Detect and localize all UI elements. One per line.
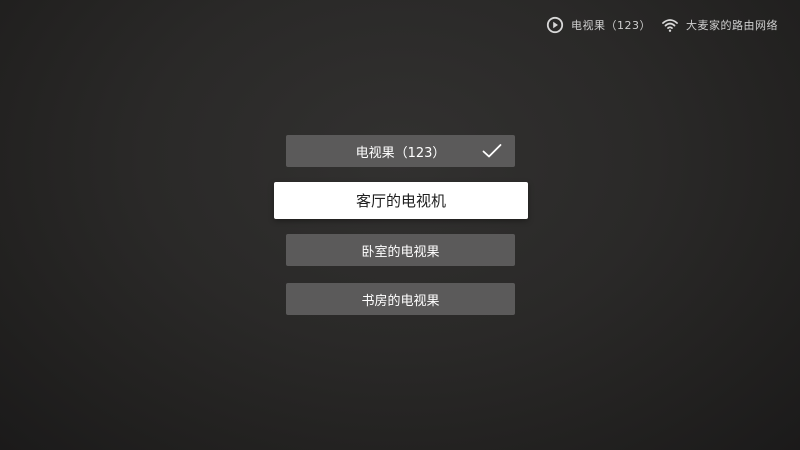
- device-menu: 电视果（123） 客厅的电视机 卧室的电视果 书房的电视果: [0, 0, 800, 450]
- device-item-bedroom-tv-box[interactable]: 卧室的电视果: [286, 234, 515, 266]
- device-item-tv-box-123[interactable]: 电视果（123）: [286, 135, 515, 167]
- check-icon: [482, 144, 502, 158]
- device-item-label: 客厅的电视机: [355, 192, 446, 210]
- device-item-study-tv-box[interactable]: 书房的电视果: [286, 283, 515, 315]
- device-item-label: 电视果（123）: [355, 145, 446, 161]
- device-item-living-room-tv[interactable]: 客厅的电视机: [274, 182, 528, 219]
- device-item-label: 卧室的电视果: [361, 244, 440, 260]
- device-item-label: 书房的电视果: [361, 293, 440, 309]
